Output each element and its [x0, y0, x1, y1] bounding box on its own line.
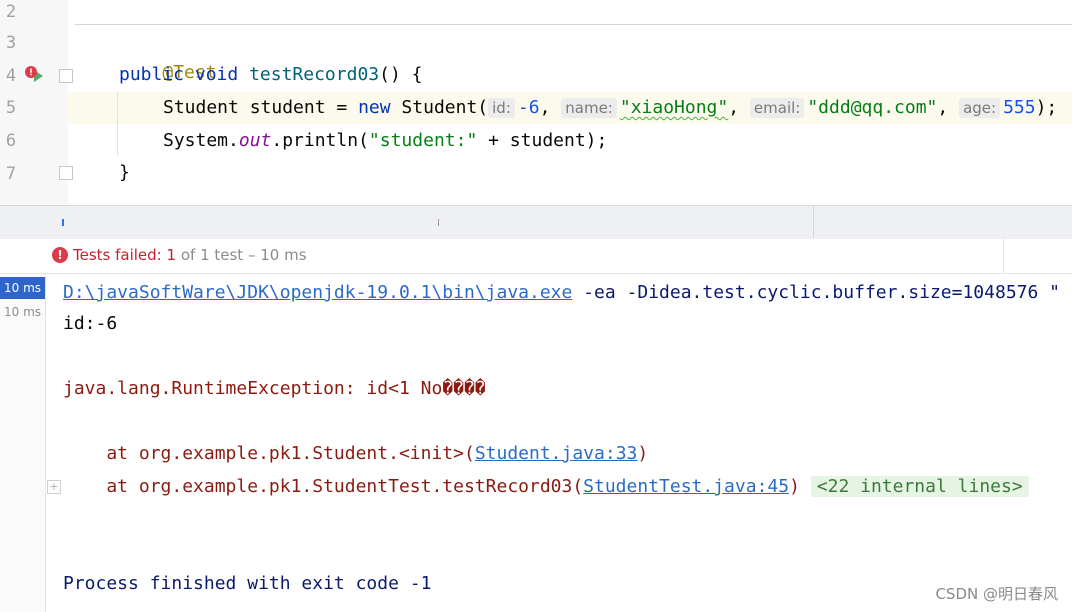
line-number: 6 — [5, 131, 17, 151]
stack-trace-line: at org.example.pk1.StudentTest.testRecor… — [63, 472, 1029, 502]
indent-guide — [117, 92, 118, 156]
test-results-sidebar — [0, 274, 46, 612]
method-separator — [75, 24, 1072, 25]
run-test-icon[interactable] — [23, 64, 45, 86]
watermark: CSDN @明日春风 — [935, 585, 1058, 603]
line-number: 4 — [5, 66, 17, 86]
fold-marker-icon[interactable] — [59, 166, 73, 180]
test-duration-selected[interactable]: 10 ms — [0, 277, 45, 299]
expand-internal-lines-icon[interactable]: + — [47, 480, 61, 494]
bar-marker — [62, 219, 64, 226]
console-exit-line: Process finished with exit code -1 — [63, 573, 432, 594]
console-exception-line: java.lang.RuntimeException: id<1 No���� — [63, 378, 486, 399]
param-hint-id: id: — [488, 98, 515, 118]
fold-marker-icon[interactable] — [59, 69, 73, 83]
code-line-method-declaration: public void testRecord03() { — [119, 64, 423, 85]
param-hint-email: email: — [749, 98, 805, 118]
console-command-line: D:\javaSoftWare\JDK\openjdk-19.0.1\bin\j… — [63, 282, 1061, 303]
code-line-println: System.out.println("student:" + student)… — [163, 130, 608, 151]
stack-trace-line: at org.example.pk1.Student.<init>(Studen… — [63, 443, 649, 464]
line-number: 7 — [5, 164, 17, 184]
code-line-constructor-call: Student student = new Student(id: -6, nam… — [163, 97, 1058, 118]
stack-trace-link[interactable]: Student.java:33 — [475, 443, 638, 464]
internal-lines-fold[interactable]: <22 internal lines> — [810, 476, 1029, 497]
code-editor[interactable]: 2 3 4 5 6 7 @Test public void testRecord… — [0, 0, 1072, 205]
line-number: 2 — [5, 2, 17, 22]
test-status-text: Tests failed: 1 of 1 test – 10 ms — [73, 246, 307, 264]
status-divider — [1003, 239, 1004, 273]
stack-trace-link[interactable]: StudentTest.java:45 — [583, 476, 789, 497]
param-hint-age: age: — [959, 98, 1001, 118]
line-number: 5 — [5, 98, 17, 118]
line-number: 3 — [5, 33, 17, 53]
bar-divider[interactable] — [438, 219, 439, 226]
tool-window-header-bar[interactable] — [0, 205, 1072, 240]
java-exe-link[interactable]: D:\javaSoftWare\JDK\openjdk-19.0.1\bin\j… — [63, 282, 572, 303]
console-output-line: id:-6 — [63, 313, 118, 334]
code-line-annotation: @Test — [162, 62, 217, 83]
test-duration[interactable]: 10 ms — [0, 305, 45, 319]
bar-divider — [813, 206, 814, 238]
code-line-closing-brace: } — [119, 162, 130, 183]
error-icon: ! — [52, 247, 68, 263]
param-hint-name: name: — [561, 98, 617, 118]
